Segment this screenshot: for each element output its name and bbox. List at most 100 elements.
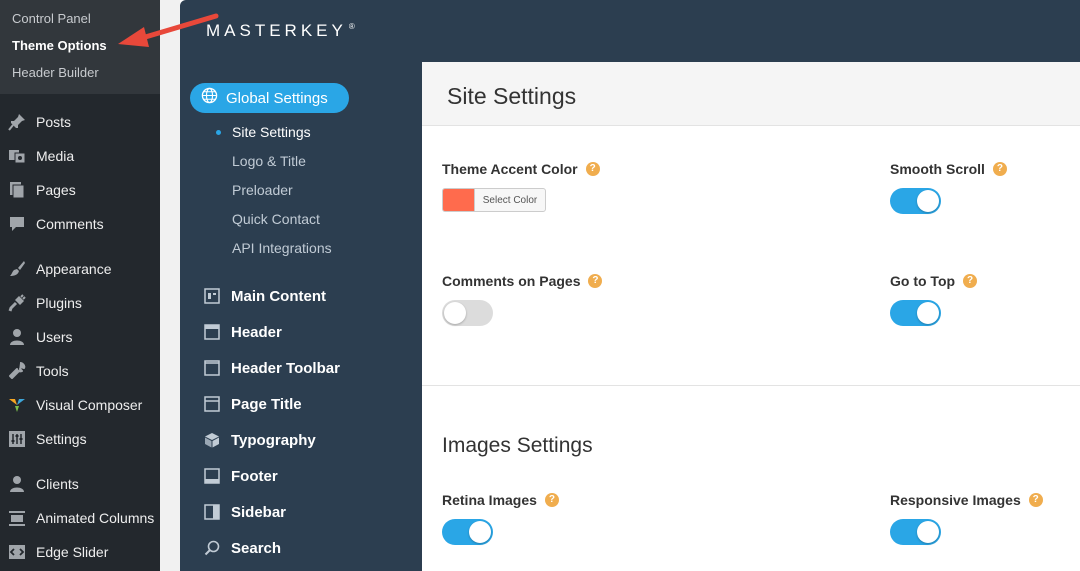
- brush-icon: [0, 260, 36, 278]
- menu-users[interactable]: Users: [0, 322, 160, 352]
- field-go-to-top: Go to Top ?: [890, 272, 978, 290]
- footer-icon: [204, 468, 220, 484]
- menu-clients[interactable]: Clients: [0, 469, 160, 499]
- menu-appearance[interactable]: Appearance: [0, 254, 160, 284]
- menu-tools[interactable]: Tools: [0, 356, 160, 386]
- toggle-knob: [917, 521, 939, 543]
- nav-footer[interactable]: Footer: [204, 464, 278, 488]
- search-icon: [204, 540, 220, 556]
- menu-edge-slider-label: Edge Slider: [36, 544, 109, 560]
- submenu-control-panel[interactable]: Control Panel: [12, 10, 91, 28]
- menu-pages[interactable]: Pages: [0, 175, 160, 205]
- nav-sidebar[interactable]: Sidebar: [204, 500, 286, 524]
- retina-images-toggle[interactable]: [442, 519, 493, 545]
- menu-comments-label: Comments: [36, 216, 104, 232]
- nav-header-toolbar[interactable]: Header Toolbar: [204, 356, 340, 380]
- columns-icon: [0, 509, 36, 527]
- accent-color-label: Theme Accent Color: [442, 161, 578, 177]
- help-icon[interactable]: ?: [1028, 493, 1043, 507]
- wp-admin-sidebar: Control Panel Theme Options Header Build…: [0, 0, 160, 571]
- comments-pages-toggle[interactable]: [442, 300, 493, 326]
- comment-icon: [0, 215, 36, 233]
- nav-sub-quick-contact[interactable]: Quick Contact: [232, 210, 320, 228]
- help-icon[interactable]: ?: [544, 493, 559, 507]
- menu-settings[interactable]: Settings: [0, 424, 160, 454]
- wrench-icon: [0, 362, 36, 380]
- responsive-images-label: Responsive Images: [890, 492, 1021, 508]
- nav-search[interactable]: Search: [204, 536, 281, 560]
- nav-page-title-label: Page Title: [231, 395, 302, 413]
- menu-comments[interactable]: Comments: [0, 209, 160, 239]
- help-icon[interactable]: ?: [963, 274, 978, 288]
- menu-pages-label: Pages: [36, 182, 76, 198]
- settings-sliders-icon: [0, 430, 36, 448]
- nav-search-label: Search: [231, 539, 282, 557]
- clients-icon: [0, 475, 36, 493]
- responsive-images-toggle[interactable]: [890, 519, 941, 545]
- nav-page-title[interactable]: Page Title: [204, 392, 302, 416]
- help-icon[interactable]: ?: [992, 162, 1007, 176]
- submenu-header-builder[interactable]: Header Builder: [12, 64, 99, 82]
- toggle-knob: [917, 302, 939, 324]
- visual-composer-icon: [0, 396, 36, 414]
- header-icon: [204, 324, 220, 340]
- help-icon[interactable]: ?: [588, 274, 603, 288]
- menu-posts[interactable]: Posts: [0, 107, 160, 137]
- nav-sub-api-integrations[interactable]: API Integrations: [232, 239, 332, 257]
- nav-sub-logo-title[interactable]: Logo & Title: [232, 152, 306, 170]
- pin-icon: [0, 113, 36, 131]
- submenu-theme-options[interactable]: Theme Options: [12, 37, 107, 55]
- layout-icon: [204, 288, 220, 304]
- field-smooth-scroll: Smooth Scroll ?: [890, 160, 1007, 178]
- active-indicator-dot: [216, 130, 221, 135]
- menu-animated-columns[interactable]: Animated Columns: [0, 503, 160, 533]
- theme-header: MASTERKEY ®: [180, 0, 1080, 62]
- menu-edge-slider[interactable]: Edge Slider: [0, 537, 160, 567]
- menu-plugins-label: Plugins: [36, 295, 82, 311]
- cube-icon: [204, 432, 220, 448]
- color-swatch: [443, 189, 474, 211]
- field-accent-color: Theme Accent Color ?: [442, 160, 600, 178]
- theme-nav: Global Settings Site Settings Logo & Tit…: [180, 62, 422, 571]
- nav-global-settings[interactable]: Global Settings: [190, 83, 349, 113]
- menu-media[interactable]: Media: [0, 141, 160, 171]
- menu-plugins[interactable]: Plugins: [0, 288, 160, 318]
- go-to-top-label: Go to Top: [890, 273, 956, 289]
- toggle-knob: [469, 521, 491, 543]
- content-title-bar: Site Settings: [422, 62, 1080, 126]
- menu-posts-label: Posts: [36, 114, 72, 130]
- nav-typography[interactable]: Typography: [204, 428, 316, 452]
- nav-typography-label: Typography: [231, 431, 316, 449]
- menu-visual-composer[interactable]: Visual Composer: [0, 390, 160, 420]
- menu-users-label: Users: [36, 329, 73, 345]
- menu-animated-columns-label: Animated Columns: [36, 510, 155, 526]
- field-responsive-images: Responsive Images ?: [890, 491, 1043, 509]
- retina-images-label: Retina Images: [442, 492, 537, 508]
- smooth-scroll-label: Smooth Scroll: [890, 161, 985, 177]
- images-settings-title: Images Settings: [442, 434, 593, 457]
- go-to-top-toggle[interactable]: [890, 300, 941, 326]
- color-picker-button[interactable]: Select Color: [442, 188, 546, 212]
- nav-main-content-label: Main Content: [231, 287, 326, 305]
- nav-footer-label: Footer: [231, 467, 278, 485]
- media-icon: [0, 147, 36, 165]
- select-color-label: Select Color: [474, 189, 545, 211]
- globe-icon: [201, 87, 218, 109]
- menu-tools-label: Tools: [36, 363, 69, 379]
- nav-global-settings-label: Global Settings: [226, 89, 328, 107]
- settings-content: Site Settings Theme Accent Color ? Selec…: [422, 62, 1080, 571]
- help-icon[interactable]: ?: [585, 162, 600, 176]
- field-retina-images: Retina Images ?: [442, 491, 559, 509]
- nav-sub-site-settings[interactable]: Site Settings: [232, 123, 311, 141]
- toolbar-icon: [204, 360, 220, 376]
- slider-icon: [0, 543, 36, 561]
- smooth-scroll-toggle[interactable]: [890, 188, 941, 214]
- nav-header-label: Header: [231, 323, 282, 341]
- theme-options-panel: MASTERKEY ® Global Settings Site Settings…: [180, 0, 1080, 571]
- pages-icon: [0, 181, 36, 199]
- nav-header[interactable]: Header: [204, 320, 282, 344]
- nav-main-content[interactable]: Main Content: [204, 284, 326, 308]
- menu-media-label: Media: [36, 148, 75, 164]
- nav-sub-preloader[interactable]: Preloader: [232, 181, 293, 199]
- sidebar-icon: [204, 504, 220, 520]
